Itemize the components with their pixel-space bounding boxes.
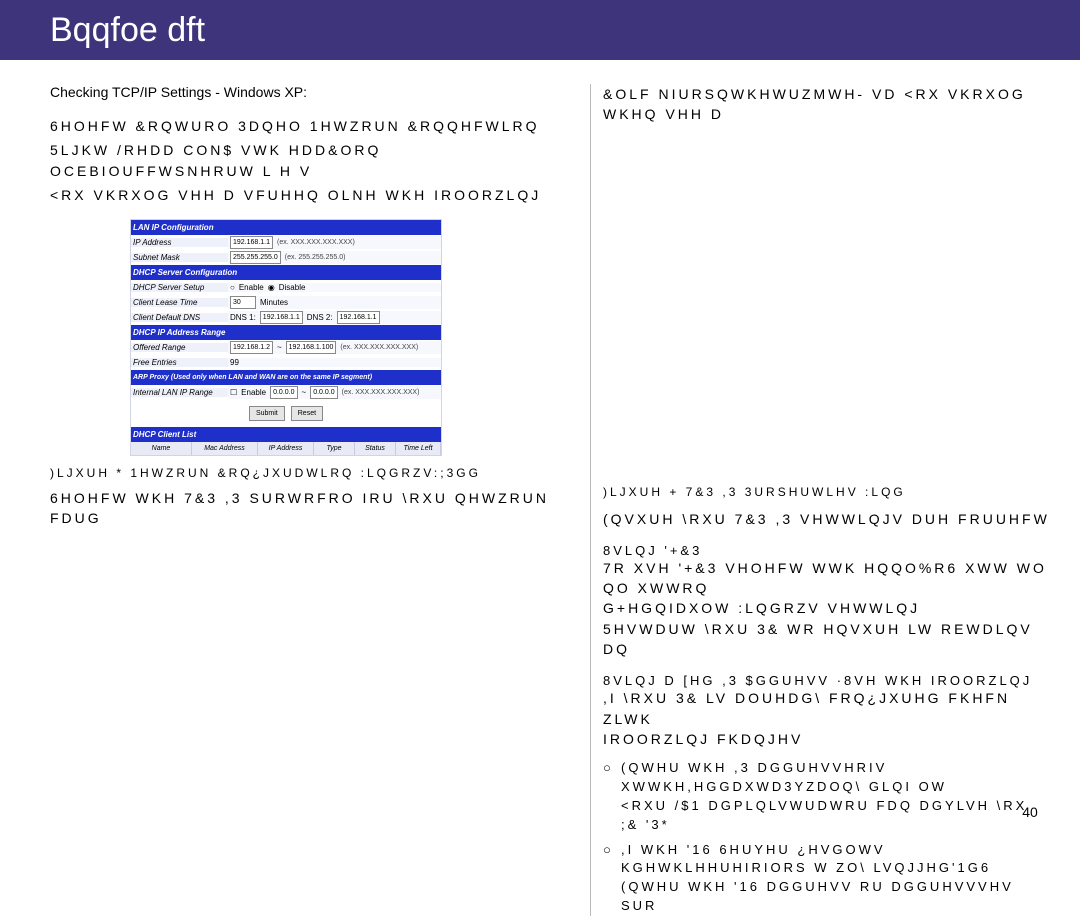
col-status: Status bbox=[355, 442, 396, 455]
fig-input-int-from[interactable]: 0.0.0.0 bbox=[270, 386, 297, 399]
fig-label: Subnet Mask bbox=[131, 253, 228, 262]
right-subheading: 8VLQJ '+&3 bbox=[603, 543, 1050, 558]
fig-input-int-to[interactable]: 0.0.0.0 bbox=[310, 386, 337, 399]
figure-caption: )LJXUH * 1HWZRUN &RQ¿JXUDWLRQ :LQGRZV:;3… bbox=[50, 466, 580, 480]
fig-section-lan: LAN IP Configuration bbox=[131, 220, 441, 235]
radio-disable-label: Disable bbox=[279, 283, 306, 292]
right-column: &OLF NIURSQWKHWUZMWH- VD <RX VKRXOG WKHQ… bbox=[591, 84, 1050, 916]
left-column: Checking TCP/IP Settings - Windows XP: 6… bbox=[50, 84, 591, 916]
obullet-line: (QWHU WKH ,3 DGGUHVVHRIV XWWKH,HGGDXWD3Y… bbox=[621, 759, 1050, 797]
fig-input-range-from[interactable]: 192.168.1.2 bbox=[230, 341, 273, 354]
header-title: Bqqfoe dft bbox=[50, 11, 205, 50]
fig-input-dns2[interactable]: 192.168.1.1 bbox=[337, 311, 380, 324]
radio-enable[interactable]: ○ bbox=[230, 283, 235, 292]
fig-hint: (ex. XXX.XXX.XXX.XXX) bbox=[342, 389, 420, 396]
fig-lease-unit: Minutes bbox=[260, 298, 288, 307]
col-ip: IP Address bbox=[258, 442, 314, 455]
obullet-line: ;& '3* bbox=[621, 816, 1050, 835]
radio-enable-label: Enable bbox=[239, 283, 264, 292]
right-line: (QVXUH \RXU 7&3 ,3 VHWWLQJV DUH FRUUHFW bbox=[603, 509, 1050, 529]
fig-section-arp: ARP Proxy (Used only when LAN and WAN ar… bbox=[131, 370, 441, 385]
fig-label: Client Default DNS bbox=[131, 313, 228, 322]
right-para: 7R XVH '+&3 VHOHFW WWK HQQO%R6 XWW WO QO… bbox=[603, 558, 1050, 599]
right-para: 5HVWDUW \RXU 3& WR HQVXUH LW REWDLQV DQ bbox=[603, 619, 1050, 660]
dns2-label: DNS 2: bbox=[307, 313, 333, 322]
right-para: IROORZLQJ FKDQJHV bbox=[603, 729, 1050, 749]
obullet-line: ,I WKH '16 6HUYHU ¿HVGOWV KGHWKLHHUHIRIO… bbox=[621, 841, 1050, 879]
fig-input-subnet[interactable]: 255.255.255.0 bbox=[230, 251, 281, 264]
fig-section-dhcp-range: DHCP IP Address Range bbox=[131, 325, 441, 340]
fig-label: Free Entries bbox=[131, 358, 228, 367]
bullet-line: <RX VKRXOG VHH D VFUHHQ OLNH WKH IROORZL… bbox=[50, 185, 580, 205]
page-header: Bqqfoe dft bbox=[0, 0, 1080, 60]
fig-label: DHCP Server Setup bbox=[131, 283, 228, 292]
fig-label: Client Lease Time bbox=[131, 298, 228, 307]
fig-hint: (ex. 255.255.255.0) bbox=[285, 254, 346, 261]
right-figure-caption: )LJXUH + 7&3 ,3 3URSHUWLHV :LQG bbox=[603, 485, 1050, 499]
col-name: Name bbox=[131, 442, 192, 455]
fig-section-dhcp-server: DHCP Server Configuration bbox=[131, 265, 441, 280]
bullet-line: 6HOHFW WKH 7&3 ,3 SURWRFRO IRU \RXU QHWZ… bbox=[50, 488, 580, 529]
col-time: Time Left bbox=[396, 442, 441, 455]
obullet-line: (QWHU WKH '16 DGGUHVV RU DGGUHVVVHV SUR bbox=[621, 878, 1050, 916]
right-para: ,I \RXU 3& LV DOUHDG\ FRQ¿JXUHG FKHFN ZL… bbox=[603, 688, 1050, 729]
fig-input-lease[interactable]: 30 bbox=[230, 296, 256, 309]
checkbox-enable[interactable]: ☐ bbox=[230, 388, 237, 397]
config-figure: LAN IP Configuration IP Address 192.168.… bbox=[130, 219, 442, 456]
fig-free-entries: 99 bbox=[230, 358, 239, 367]
fig-input-ip[interactable]: 192.168.1.1 bbox=[230, 236, 273, 249]
fig-input-dns1[interactable]: 192.168.1.1 bbox=[260, 311, 303, 324]
reset-button[interactable]: Reset bbox=[291, 406, 323, 421]
bullet-circle-icon: ○ bbox=[603, 841, 621, 916]
left-subtitle: Checking TCP/IP Settings - Windows XP: bbox=[50, 84, 580, 100]
fig-section-clientlist: DHCP Client List bbox=[131, 427, 441, 442]
fig-hint: (ex. XXX.XXX.XXX.XXX) bbox=[277, 239, 355, 246]
bullet-circle-icon: ○ bbox=[603, 759, 621, 834]
col-mac: Mac Address bbox=[192, 442, 258, 455]
right-subheading: 8VLQJ D [HG ,3 $GGUHVV ·8VH WKH IROORZLQ… bbox=[603, 673, 1050, 688]
bullet-line: 5LJKW /RHDD CON$ VWK HDD&ORQ OCEBIOUFFWS… bbox=[50, 140, 580, 181]
page-number: 40 bbox=[1010, 804, 1050, 820]
col-type: Type bbox=[314, 442, 355, 455]
submit-button[interactable]: Submit bbox=[249, 406, 285, 421]
dns1-label: DNS 1: bbox=[230, 313, 256, 322]
radio-disable[interactable]: ◉ bbox=[268, 283, 275, 292]
tilde: ~ bbox=[302, 388, 307, 397]
checkbox-enable-label: Enable bbox=[241, 388, 266, 397]
tilde: ~ bbox=[277, 343, 282, 352]
right-top-line: &OLF NIURSQWKHWUZMWH- VD <RX VKRXOG WKHQ… bbox=[603, 84, 1050, 125]
fig-label: IP Address bbox=[131, 238, 228, 247]
fig-label: Offered Range bbox=[131, 343, 228, 352]
obullet-line: <RXU /$1 DGPLQLVWUDWRU FDQ DGYLVH \RX bbox=[621, 797, 1050, 816]
fig-hint: (ex. XXX.XXX.XXX.XXX) bbox=[340, 344, 418, 351]
fig-input-range-to[interactable]: 192.168.1.100 bbox=[286, 341, 337, 354]
fig-label: Internal LAN IP Range bbox=[131, 388, 228, 397]
bullet-line: 6HOHFW &RQWURO 3DQHO 1HWZRUN &RQQHFWLRQ bbox=[50, 116, 580, 136]
right-para: G+HGQIDXOW :LQGRZV VHWWLQJ bbox=[603, 598, 1050, 618]
